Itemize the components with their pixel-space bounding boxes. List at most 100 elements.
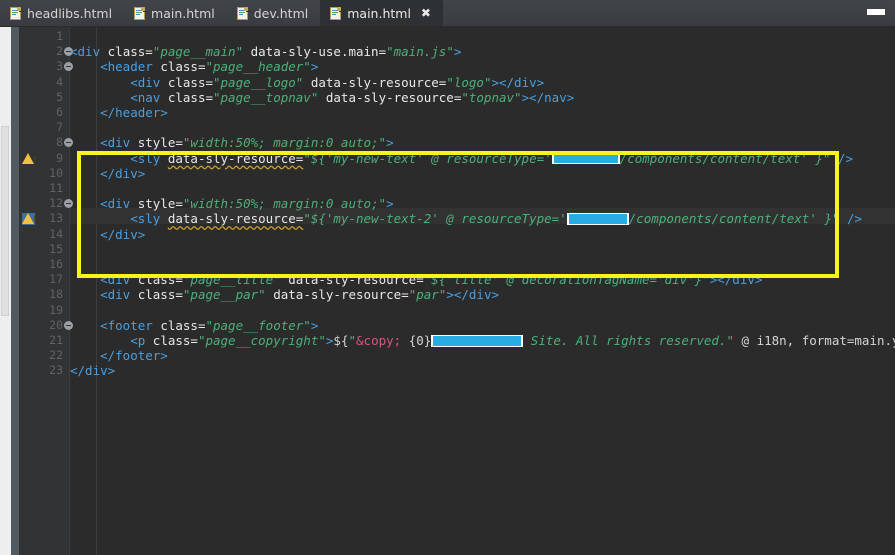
line-number: 1 xyxy=(56,29,63,43)
line-number: 22 xyxy=(49,348,63,363)
code-token: <div xyxy=(70,74,168,90)
line-number: 13 xyxy=(49,211,63,226)
code-line[interactable]: 8 <div style="width:50%; margin:0 auto;"… xyxy=(19,135,895,150)
code-token: class= xyxy=(137,287,183,303)
code-token: class= xyxy=(152,333,198,348)
code-token: > xyxy=(310,317,319,333)
code-token: </footer> xyxy=(70,348,168,364)
code-token: "width:50%; margin:0 auto;" xyxy=(182,135,387,151)
code-line[interactable]: 11 xyxy=(19,181,895,196)
close-icon[interactable]: ✖ xyxy=(421,7,431,19)
redacted-text-box xyxy=(431,334,524,347)
line-number: 9 xyxy=(56,150,63,165)
code-token: "topnav" xyxy=(461,89,522,105)
tab-main-html-1[interactable]: main.html xyxy=(124,0,227,26)
minimize-icon xyxy=(867,9,885,15)
code-token: data-sly-resource= xyxy=(265,287,409,303)
code-line[interactable]: 14 </div> xyxy=(19,227,895,242)
line-number: 16 xyxy=(49,257,63,271)
code-token: > xyxy=(453,44,462,60)
code-token: {0} xyxy=(408,333,432,348)
code-token: <div xyxy=(70,196,138,212)
code-line[interactable]: 6 </header> xyxy=(19,105,895,120)
code-line[interactable]: 20 <footer class="page__footer"> xyxy=(19,318,895,333)
line-number: 7 xyxy=(56,120,63,135)
code-text: <div class="page__logo" data-sly-resourc… xyxy=(70,75,544,90)
line-number: 3 xyxy=(56,59,63,74)
code-token: " xyxy=(348,333,357,348)
code-token: <p xyxy=(70,333,153,348)
code-text: <div class="page__par" data-sly-resource… xyxy=(70,287,499,302)
code-line[interactable]: 2 <div class="page__main" data-sly-use.ma… xyxy=(19,44,895,59)
line-number: 8 xyxy=(56,135,63,150)
line-number: 19 xyxy=(49,302,63,317)
line-number: 6 xyxy=(56,105,63,119)
code-text: </div> xyxy=(70,227,145,242)
minimize-button[interactable] xyxy=(867,7,885,16)
code-line[interactable]: 4 <div class="page__logo" data-sly-resou… xyxy=(19,75,895,90)
code-line[interactable]: 13 <sly data-sly-resource="${'my-new-tex… xyxy=(19,211,895,226)
tab-label: main.html xyxy=(347,5,411,21)
code-line[interactable]: 17 <div class="page__title" data-sly-res… xyxy=(19,272,895,287)
tab-bar-filler xyxy=(443,0,895,26)
code-line[interactable]: 16 xyxy=(19,257,895,272)
file-icon xyxy=(10,6,24,20)
code-token: data-sly-resource= xyxy=(167,211,304,227)
code-token: "page__topnav" xyxy=(213,89,319,105)
code-line[interactable]: 22 </footer> xyxy=(19,348,895,363)
code-token: </div> xyxy=(70,226,146,242)
code-text: <div class="page__main" data-sly-use.mai… xyxy=(70,44,461,59)
editor-edge-strip xyxy=(11,26,19,555)
code-token: /components/content/text' }" xyxy=(619,150,831,166)
code-line[interactable]: 5 <nav class="page__topnav" data-sly-res… xyxy=(19,90,895,105)
scrollbar-thumb[interactable] xyxy=(1,126,9,316)
line-number: 12 xyxy=(49,196,63,211)
code-line[interactable]: 19 xyxy=(19,303,895,318)
line-number: 23 xyxy=(49,363,63,378)
line-number: 10 xyxy=(49,165,63,180)
warning-icon[interactable] xyxy=(22,152,37,165)
code-line[interactable]: 18 <div class="page__par" data-sly-resou… xyxy=(19,287,895,302)
code-token: <footer xyxy=(70,317,161,333)
code-text: </header> xyxy=(70,105,168,120)
code-text: </div> xyxy=(70,166,145,181)
code-text: <footer class="page__footer"> xyxy=(70,318,318,333)
code-line[interactable]: 21 <p class="page__copyright">${"&copy; … xyxy=(19,333,895,348)
code-token: data-sly-resource= xyxy=(167,150,304,166)
code-line[interactable]: 1 xyxy=(19,29,895,44)
code-token: <div xyxy=(70,287,138,303)
code-token: > xyxy=(386,196,394,212)
tab-dev-html[interactable]: dev.html xyxy=(227,0,321,26)
code-token: > xyxy=(386,135,394,151)
code-token: ></div> xyxy=(491,74,545,90)
code-text: <sly data-sly-resource="${'my-new-text' … xyxy=(70,151,853,166)
code-text: <p class="page__copyright">${"&copy; {0}… xyxy=(70,333,895,348)
tab-headlibs-html[interactable]: headlibs.html xyxy=(0,0,124,26)
code-lines[interactable]: 1 2 <div class="page__main" data-sly-use.m… xyxy=(19,26,895,555)
code-token: "width:50%; margin:0 auto;" xyxy=(182,196,387,212)
code-token: ${ xyxy=(333,333,349,348)
code-token: style= xyxy=(137,135,183,151)
code-line[interactable]: 23 </div> xyxy=(19,363,895,378)
code-line[interactable]: 3 <header class="page__header"> xyxy=(19,59,895,74)
code-line[interactable]: 10 </div> xyxy=(19,166,895,181)
file-icon xyxy=(134,6,149,20)
code-token: <div xyxy=(70,272,138,288)
code-line[interactable]: 15 xyxy=(19,242,895,257)
code-token: </header> xyxy=(70,105,168,120)
code-line[interactable]: 12 <div style="width:50%; margin:0 auto;… xyxy=(19,196,895,211)
code-line[interactable]: 9 <sly data-sly-resource="${'my-new-text… xyxy=(19,151,895,166)
code-token: "${'title' @ decorationTagName='div'}" xyxy=(423,272,710,288)
code-editor[interactable]: 1 2 <div class="page__main" data-sly-use.m… xyxy=(19,26,895,555)
code-token: <sly xyxy=(70,211,168,227)
code-token: > xyxy=(310,59,319,75)
tab-main-html-active[interactable]: main.html ✖ xyxy=(320,0,443,26)
warning-icon[interactable] xyxy=(22,213,37,226)
code-token: data-sly-resource= xyxy=(280,272,424,288)
code-token: data-sly-resource= xyxy=(318,89,462,105)
code-text: <div class="page__title" data-sly-resour… xyxy=(70,272,762,287)
code-line[interactable]: 7 xyxy=(19,120,895,135)
code-token: ></div> xyxy=(709,272,763,288)
code-token: "page__title" xyxy=(182,272,281,288)
